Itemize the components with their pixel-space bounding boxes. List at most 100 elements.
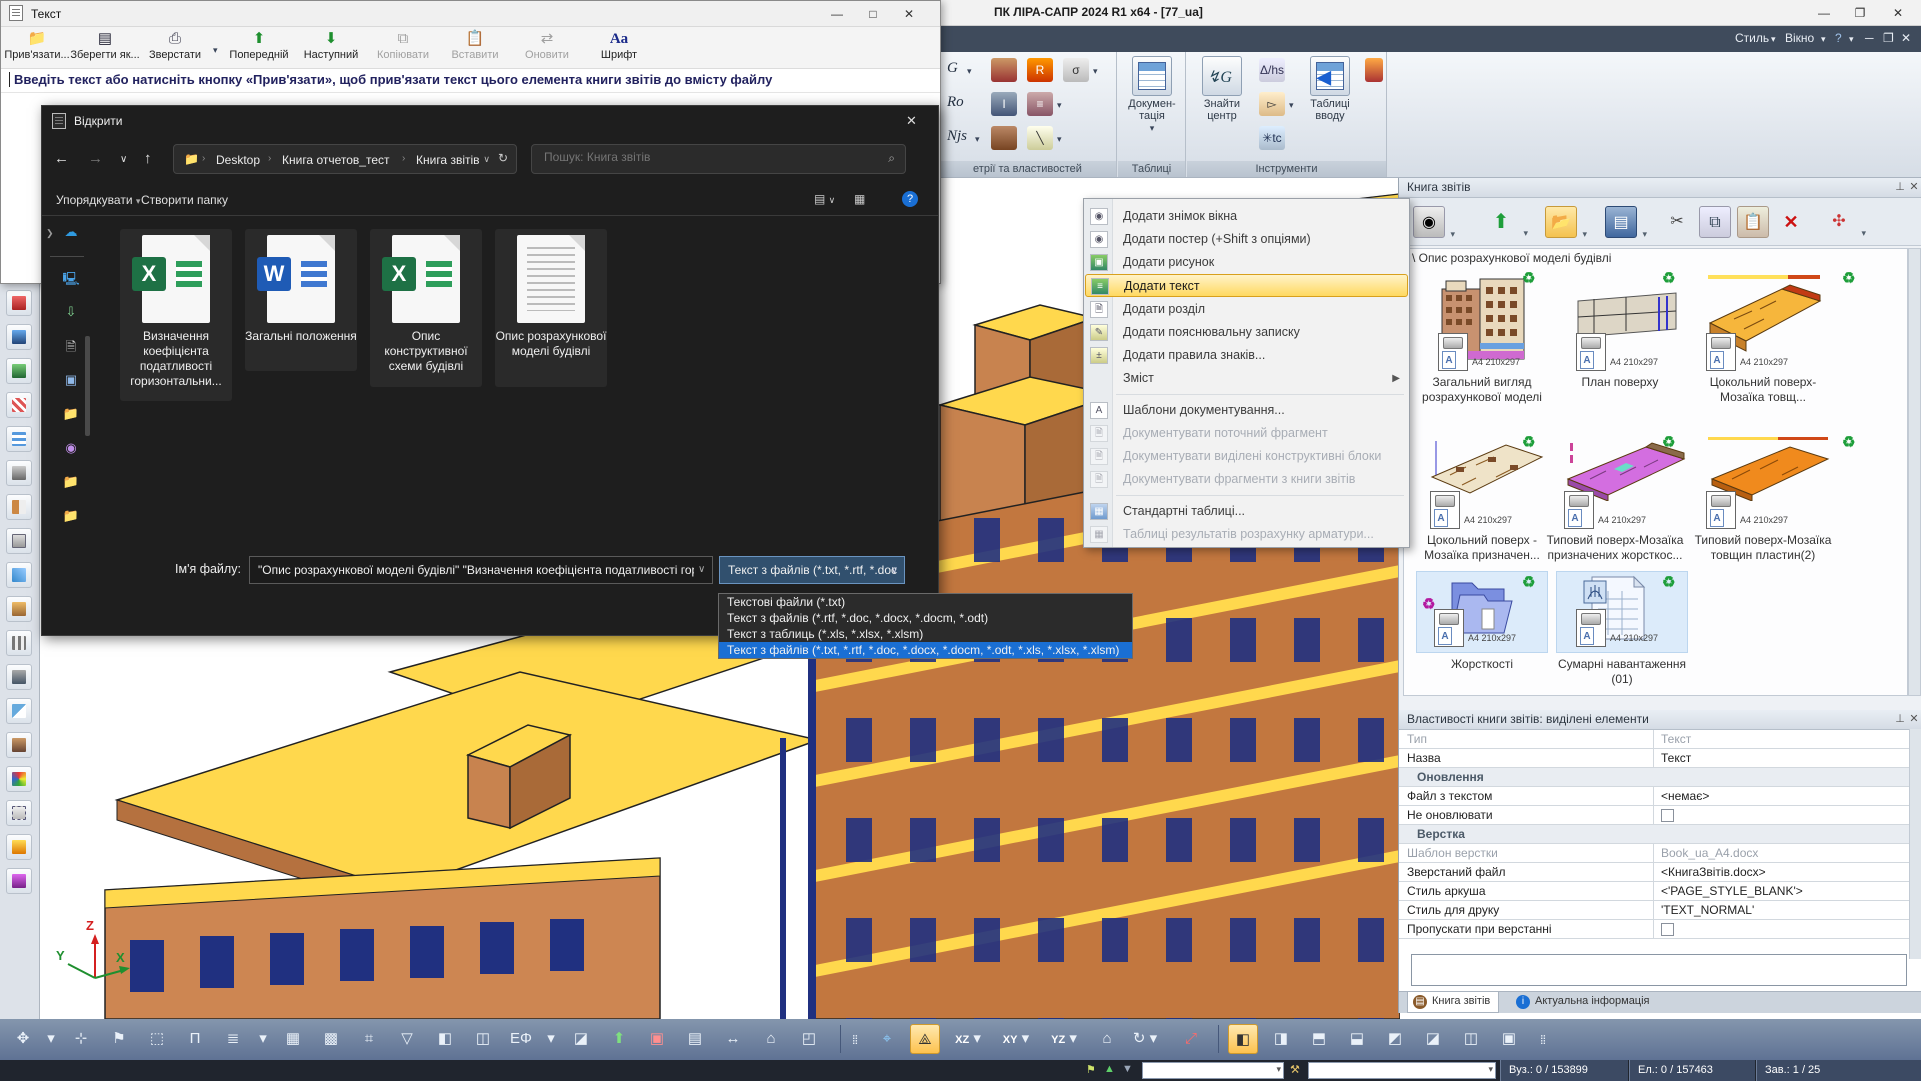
property-row[interactable]: Не оновлювати <box>1399 806 1909 825</box>
forward-icon[interactable]: → <box>88 150 103 167</box>
cube-view-button[interactable]: ◩ <box>1380 1024 1410 1054</box>
view-yz-button[interactable]: YZ ▾ <box>1044 1024 1084 1054</box>
left-toolbar-icon[interactable] <box>6 460 32 486</box>
menu-item-add-sign-rules[interactable]: ±Додати правила знаків... <box>1085 344 1408 367</box>
property-group-row[interactable]: Верстка <box>1399 825 1909 844</box>
filetype-combo[interactable]: Текст з файлів (*.txt, *.rtf, *.doc ∨ <box>719 556 905 584</box>
brick-wall-icon[interactable] <box>991 126 1017 150</box>
left-toolbar-icon[interactable] <box>6 426 32 452</box>
menu-item-doc-templates[interactable]: AШаблони документування... <box>1085 399 1408 422</box>
chevron-right-icon[interactable]: ❯ <box>46 228 54 239</box>
red-axes-icon[interactable]: ⤢ <box>1176 1024 1206 1054</box>
section-icon[interactable]: ◫ <box>468 1024 498 1054</box>
property-group-row[interactable]: Оновлення <box>1399 768 1909 787</box>
documentation-button[interactable]: Докумен-тація▾ <box>1121 56 1183 134</box>
save-as-button[interactable]: ▤Зберегти як... <box>69 29 141 61</box>
palette-icon[interactable] <box>1365 58 1383 82</box>
folder-icon[interactable]: 📁 <box>60 508 82 528</box>
search-input[interactable] <box>542 149 872 165</box>
organize-button[interactable]: Упорядкувати ▾ <box>56 193 140 207</box>
menu-item-doc-selected-blocks[interactable]: 🗎Документувати виділені конструктивні бл… <box>1085 445 1408 468</box>
close-icon[interactable]: ✕ <box>1907 712 1921 725</box>
tool-icon[interactable]: ⚒ <box>1290 1063 1300 1076</box>
file-tile-excel[interactable]: X Опис конструктивної схеми будівлі <box>370 229 482 387</box>
refresh-icon[interactable]: ♻ <box>1662 573 1675 591</box>
report-item-caption[interactable]: Типовий поверх-Мозаїка призначених жорст… <box>1540 533 1690 563</box>
up-green-icon[interactable]: ⬆ <box>604 1024 634 1054</box>
column-icon[interactable]: Π <box>180 1024 210 1054</box>
property-edit-field[interactable] <box>1411 954 1907 986</box>
refresh-icon[interactable]: ♻ <box>1662 269 1675 287</box>
cube-view-button[interactable]: ⬒ <box>1304 1024 1334 1054</box>
down-triangle-icon[interactable]: ▼ <box>1122 1063 1133 1075</box>
red-box-icon[interactable]: ▣ <box>642 1024 672 1054</box>
scrollbar[interactable] <box>1909 729 1921 959</box>
connection-icon[interactable]: ✣▾ <box>1823 206 1855 238</box>
close-button[interactable]: ✕ <box>895 5 923 23</box>
menu-item-rebar-result-tables[interactable]: ▦Таблиці результатів розрахунку арматури… <box>1085 523 1408 546</box>
property-row[interactable]: Пропускати при верстанні <box>1399 920 1909 939</box>
stiffness-ro-button[interactable]: Ro <box>947 94 964 111</box>
pin-icon[interactable]: ⊥ <box>1893 712 1907 725</box>
tab-actual-info[interactable]: i Актуальна інформація <box>1511 992 1658 1013</box>
chevron-down-icon[interactable]: ▾ <box>544 1024 558 1054</box>
minimize-button[interactable]: — <box>823 5 851 23</box>
refresh-icon[interactable]: ♻ <box>1522 269 1535 287</box>
hatch-lines-icon[interactable]: ≡ <box>1027 92 1053 116</box>
left-toolbar-icon[interactable] <box>6 834 32 860</box>
breadcrumb-folder-current[interactable]: Книга звітів <box>416 153 480 167</box>
up-triangle-icon[interactable]: ▲ <box>1104 1063 1115 1075</box>
pin-icon[interactable]: ⊥ <box>1893 180 1907 193</box>
menu-item-add-window-snapshot[interactable]: ◉Додати знімок вікна <box>1085 205 1408 228</box>
report-item-caption[interactable]: План поверху <box>1545 375 1695 390</box>
delta-hs-icon[interactable]: Δ/hs <box>1259 58 1285 82</box>
filename-input[interactable] <box>249 556 713 584</box>
refresh-icon[interactable]: ♻ <box>1842 269 1855 287</box>
menu-item-contents[interactable]: Зміст▶ <box>1085 367 1408 390</box>
breadcrumb-desktop[interactable]: Desktop <box>216 153 260 167</box>
drag-handle[interactable]: ⣿ <box>1536 1024 1550 1054</box>
next-button[interactable]: ⬇Наступний <box>295 29 367 61</box>
previous-button[interactable]: ⬆Попередній <box>223 29 295 61</box>
menu-item-add-explanatory-note[interactable]: ✎Додати пояснювальну записку <box>1085 321 1408 344</box>
filetype-option[interactable]: Текст з таблиць (*.xls, *.xlsx, *.xlsm) <box>719 626 1132 642</box>
ef-icon[interactable]: ΕΦ <box>506 1024 536 1054</box>
report-item-caption[interactable]: Типовий поверх-Мозаїка товщин пластин(2) <box>1688 533 1838 563</box>
loadcase-combo[interactable] <box>1142 1062 1284 1079</box>
cut-icon[interactable]: ✂ <box>1661 206 1693 238</box>
camera-icon[interactable]: ◉▾ <box>1413 206 1445 238</box>
solid-icon[interactable]: ▩ <box>316 1024 346 1054</box>
scheme-icon[interactable]: ⌂ <box>756 1024 786 1054</box>
maximize-button[interactable]: □ <box>859 5 887 23</box>
dialog-close-icon[interactable]: ✕ <box>906 113 917 129</box>
left-toolbar-icon[interactable] <box>6 868 32 894</box>
beam-icon[interactable]: ≣ <box>218 1024 248 1054</box>
beam-section-icon[interactable]: I <box>991 92 1017 116</box>
property-row[interactable]: Шаблон версткиBook_ua_A4.docx <box>1399 844 1909 863</box>
refresh-icon[interactable]: ♻ <box>1842 433 1855 451</box>
left-toolbar-icon[interactable] <box>6 732 32 758</box>
menu-style[interactable]: Стиль <box>1735 31 1769 45</box>
close-icon[interactable]: ✕ <box>1907 180 1921 193</box>
chevron-down-icon[interactable]: ∨ <box>698 564 705 575</box>
help-icon[interactable]: ? <box>1835 31 1842 45</box>
chevron-down-icon[interactable]: ▾ <box>1093 66 1098 77</box>
left-toolbar-icon[interactable] <box>6 324 32 350</box>
refresh-button[interactable]: ⇄Оновити <box>511 29 583 61</box>
menu-item-add-poster[interactable]: ◉Додати постер (+Shift з опціями) <box>1085 228 1408 251</box>
scrollbar[interactable] <box>1908 248 1921 696</box>
app-close-button[interactable]: ✕ <box>1884 4 1912 22</box>
snowflake-tc-icon[interactable]: ✳tc <box>1259 126 1285 150</box>
chevron-down-icon[interactable]: ▾ <box>1057 100 1062 111</box>
menu-item-doc-report-fragments[interactable]: 🗎Документувати фрагменти з книги звітів <box>1085 468 1408 491</box>
axes-view-icon[interactable]: ⌖ <box>872 1024 902 1054</box>
search-box[interactable]: ⌕ <box>531 144 906 174</box>
cube-view-button[interactable]: ◫ <box>1456 1024 1486 1054</box>
filetype-option-selected[interactable]: Текст з файлів (*.txt, *.rtf, *.doc, *.d… <box>719 642 1132 658</box>
view-xy-button[interactable]: XY ▾ <box>996 1024 1036 1054</box>
report-item-caption[interactable]: Загальний вигляд розрахункової моделі <box>1407 375 1557 405</box>
property-row[interactable]: Файл з текстом<немає> <box>1399 787 1909 806</box>
chevron-down-icon[interactable]: ▾ <box>975 134 980 145</box>
chevron-down-icon[interactable]: ∨ <box>120 154 127 165</box>
property-row[interactable]: Стиль для друку'TEXT_NORMAL' <box>1399 901 1909 920</box>
